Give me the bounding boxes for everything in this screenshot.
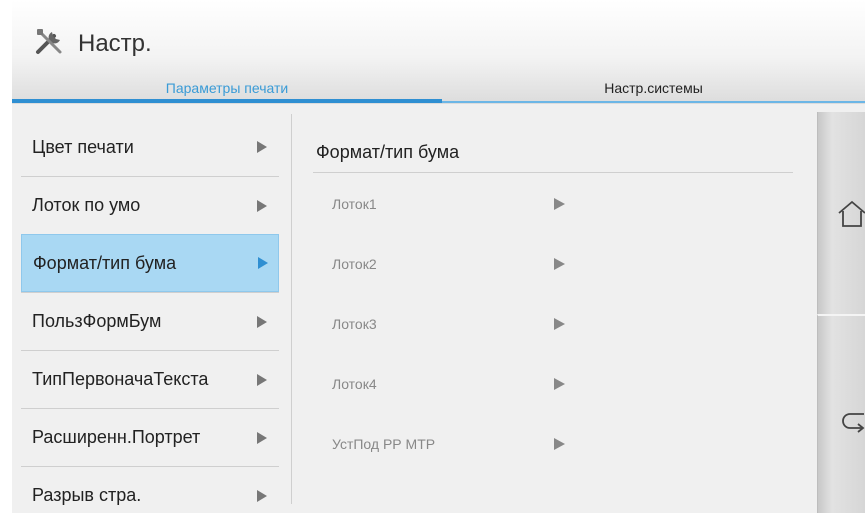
panel-item-label: Лоток1 (332, 196, 377, 212)
content-area: Цвет печати Лоток по умо Формат/тип бума… (12, 104, 865, 513)
panel-divider (313, 172, 793, 173)
panel-item-tray2[interactable]: Лоток2 (332, 250, 582, 278)
sidebar-item-page-break[interactable]: Разрыв стра. (21, 466, 279, 513)
sidebar-item-original-type[interactable]: ТипПервоначаТекста (21, 350, 279, 408)
page-title: Настр. (34, 24, 152, 64)
sidebar-item-extended-portrait[interactable]: Расширенн.Портрет (21, 408, 279, 466)
arrow-right-icon (258, 257, 268, 269)
sidebar-item-default-tray[interactable]: Лоток по умо (21, 176, 279, 234)
arrow-right-icon (257, 431, 267, 444)
panel-item-mp-tray[interactable]: УстПод РР МТР (332, 430, 582, 458)
panel-item-tray3[interactable]: Лоток3 (332, 310, 582, 338)
title-text: Настр. (78, 30, 152, 57)
column-divider (291, 114, 292, 504)
panel-item-tray1[interactable]: Лоток1 (332, 190, 582, 218)
panel-item-label: Лоток3 (332, 316, 377, 332)
sidebar-item-label: ПользФормБум (32, 311, 162, 331)
arrow-right-icon (554, 258, 565, 270)
sidebar-item-label: Формат/тип бума (33, 252, 177, 273)
back-button[interactable] (817, 314, 865, 513)
arrow-right-icon (257, 199, 267, 212)
home-button[interactable] (817, 112, 865, 314)
arrow-right-icon (554, 318, 565, 330)
panel-title: Формат/тип бума (316, 142, 460, 162)
arrow-right-icon (257, 489, 267, 502)
sidebar-item-label: ТипПервоначаТекста (32, 369, 209, 389)
panel-item-label: Лоток4 (332, 376, 377, 392)
arrow-right-icon (257, 315, 267, 328)
sidebar-item-label: Разрыв стра. (32, 485, 142, 505)
tab-bar-line (442, 101, 865, 103)
panel-item-label: УстПод РР МТР (332, 436, 436, 452)
sidebar-item-paper-format[interactable]: Формат/тип бума (21, 234, 279, 292)
arrow-right-icon (257, 141, 267, 153)
panel-item-tray4[interactable]: Лоток4 (332, 370, 582, 398)
sidebar-item-label: Лоток по умо (32, 195, 141, 215)
tab-system-settings[interactable]: Настр.системы (442, 78, 865, 102)
arrow-right-icon (554, 198, 565, 210)
sidebar-item-custom-paper[interactable]: ПользФормБум (21, 292, 279, 350)
tools-icon (34, 26, 68, 63)
active-tab-indicator (12, 99, 442, 103)
sidebar: Цвет печати Лоток по умо Формат/тип бума… (21, 118, 279, 513)
arrow-right-icon (257, 373, 267, 386)
home-icon (838, 200, 865, 227)
back-icon (842, 413, 865, 433)
panel-item-label: Лоток2 (332, 256, 377, 272)
arrow-right-icon (554, 438, 565, 450)
arrow-right-icon (554, 378, 565, 390)
sidebar-item-print-color[interactable]: Цвет печати (21, 118, 279, 176)
sidebar-item-label: Расширенн.Портрет (32, 427, 201, 447)
sidebar-item-label: Цвет печати (32, 136, 134, 157)
header: Настр. Параметры печати Настр.системы (12, 0, 865, 104)
